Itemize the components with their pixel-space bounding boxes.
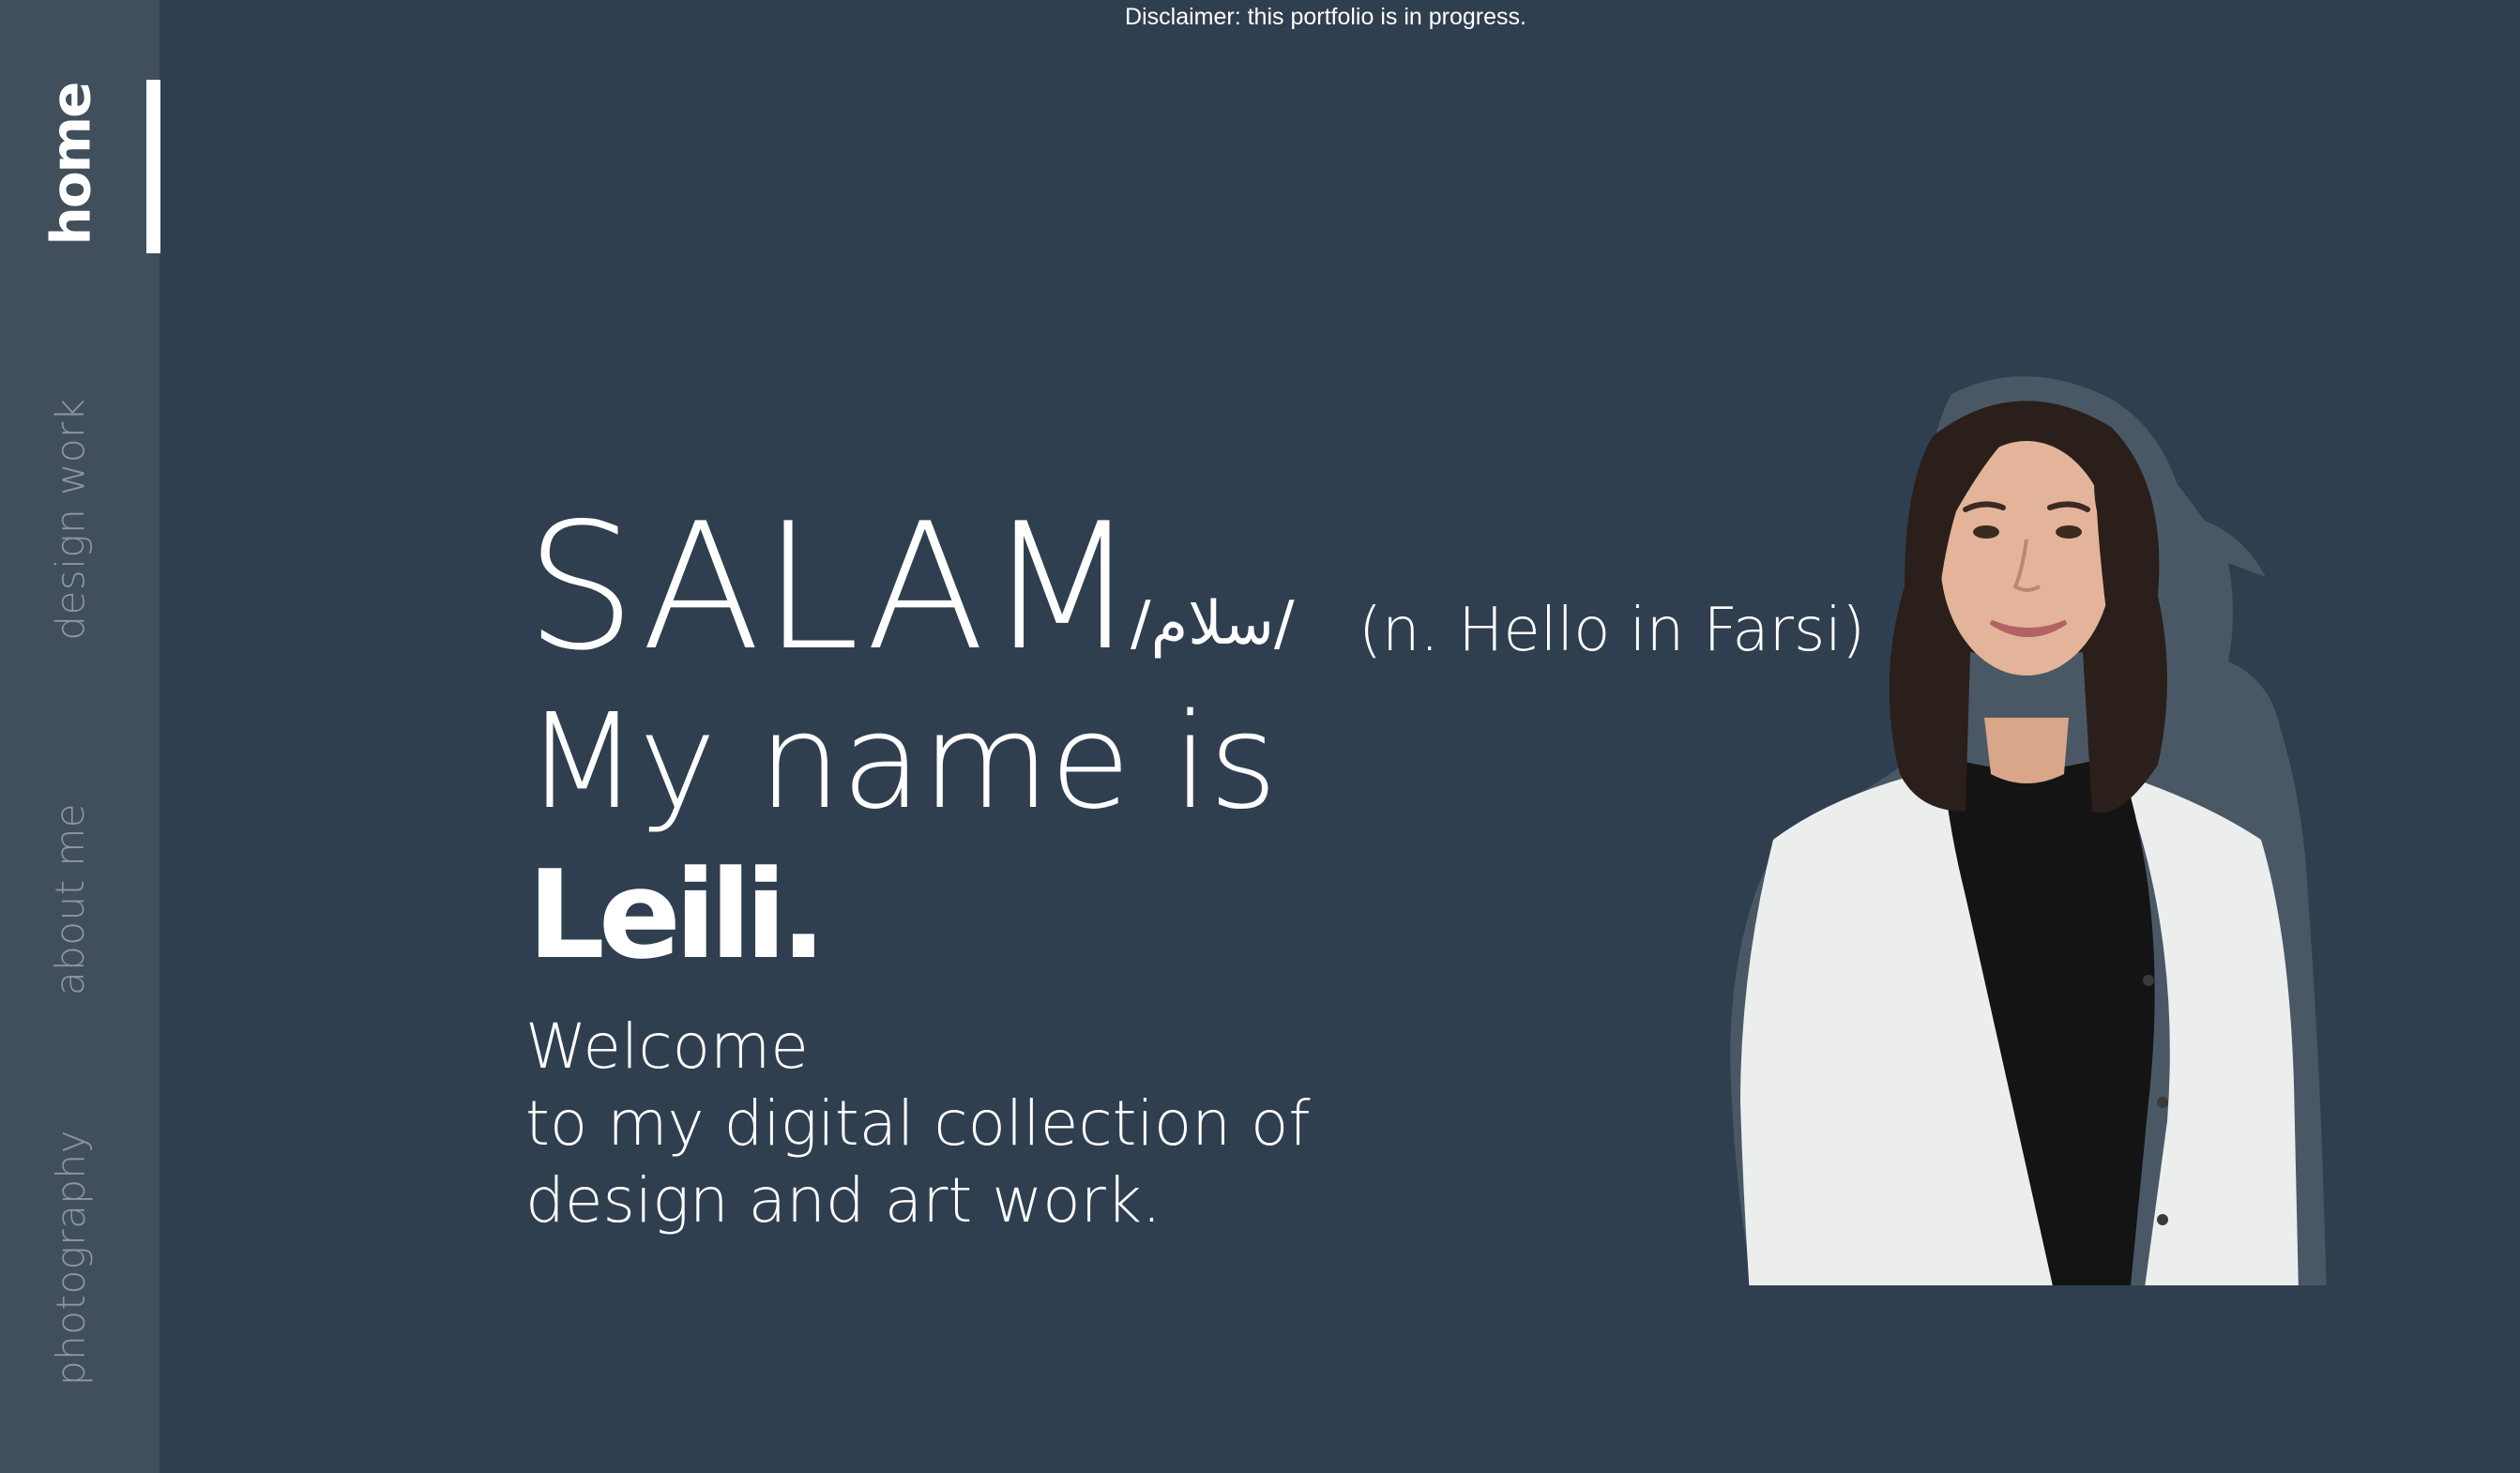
sidebar-item-label: home bbox=[38, 83, 103, 246]
welcome-line: Welcome bbox=[525, 1010, 809, 1083]
sidebar-item-label: design work bbox=[47, 397, 94, 641]
sidebar-item-home[interactable]: home bbox=[0, 84, 141, 246]
hero-name-logo: Leili. bbox=[527, 843, 827, 986]
hero-greeting: SALAM bbox=[525, 485, 1140, 689]
sidebar-item-label: photography bbox=[47, 1129, 94, 1386]
sidebar-item-photography[interactable]: photography bbox=[0, 1130, 141, 1386]
sidebar-item-about-me[interactable]: about me bbox=[0, 802, 141, 995]
sidebar-item-label: about me bbox=[47, 802, 94, 995]
sidebar-nav: home design work about me photography bbox=[0, 0, 159, 1473]
welcome-line: to my digital collection of bbox=[525, 1087, 1311, 1160]
portfolio-page: home design work about me photography Di… bbox=[0, 0, 2520, 1473]
hero-farsi-word: /سلام/ bbox=[1131, 589, 1295, 659]
hero-welcome-text: Welcome to my digital collection of desi… bbox=[525, 1009, 1311, 1239]
welcome-line: design and art work. bbox=[525, 1164, 1161, 1237]
active-nav-indicator bbox=[146, 80, 160, 253]
neck bbox=[1984, 718, 2069, 783]
disclaimer-banner: Disclaimer: this portfolio is in progres… bbox=[1125, 4, 1526, 30]
hero-intro: My name is bbox=[525, 686, 1278, 839]
sidebar-item-design-work[interactable]: design work bbox=[0, 398, 141, 640]
portrait-photo bbox=[1730, 376, 2327, 1285]
